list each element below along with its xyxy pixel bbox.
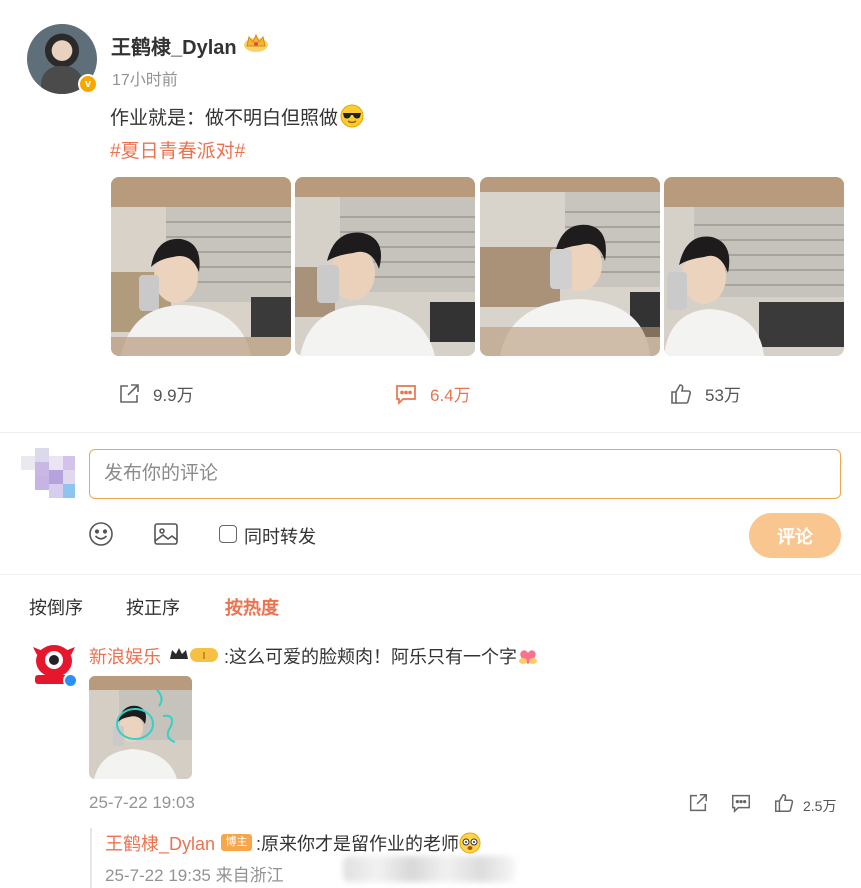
comment-like-count: 2.5万 (803, 798, 837, 814)
comment-icon (396, 384, 416, 405)
topic-tag-link[interactable]: #夏日青春派对# (110, 136, 245, 163)
member-level-badge-icon: I (170, 648, 218, 662)
submit-comment-button[interactable]: 评论 (749, 513, 841, 558)
comment-input[interactable] (89, 449, 841, 499)
like-button[interactable]: 53万 (669, 381, 741, 406)
post-photo-4[interactable] (664, 177, 844, 356)
reply-text-content: :原来你才是留作业的老师 (256, 834, 459, 854)
post-photo-3[interactable] (480, 177, 660, 356)
comment-count: 6.4万 (430, 386, 471, 405)
post-time[interactable]: 17小时前 (112, 66, 178, 90)
author-name[interactable]: 王鹤棣_Dylan (111, 31, 237, 60)
divider (0, 574, 861, 575)
repost-checkbox[interactable] (219, 525, 237, 543)
sort-hot-tab[interactable]: 按热度 (225, 594, 279, 620)
comment-like-icon[interactable] (773, 792, 795, 814)
commenter-name[interactable]: 新浪娱乐 (89, 643, 161, 669)
crown-badge-icon (244, 33, 268, 52)
divider (0, 432, 861, 433)
repost-count: 9.9万 (153, 386, 194, 405)
heart-hands-emoji-icon (519, 650, 537, 664)
repost-checkbox-label[interactable]: 同时转发 (244, 523, 316, 549)
comment-reply-icon[interactable] (730, 792, 752, 814)
reply-thread-line (90, 828, 92, 888)
comment-image[interactable] (89, 676, 192, 779)
comment-time: 25-7-22 19:03 (89, 793, 195, 812)
verified-blue-badge-icon (63, 673, 78, 688)
dizzy-face-emoji-icon (459, 832, 481, 854)
reply-time-location: 25-7-22 19:35 来自浙江 (105, 866, 284, 885)
svg-text:I: I (203, 651, 206, 662)
sunglasses-emoji-icon (340, 104, 364, 128)
post-text: 作业就是：做不明白但照做 (110, 103, 364, 130)
comment-text-content: :这么可爱的脸颊肉！阿乐只有一个字 (224, 647, 517, 667)
my-avatar[interactable] (21, 448, 75, 498)
like-count: 53万 (705, 386, 741, 405)
post-photo-1[interactable] (111, 177, 291, 356)
sort-reverse-tab[interactable]: 按倒序 (29, 594, 83, 620)
post-photo-2[interactable] (295, 177, 475, 356)
comment-share-icon[interactable] (687, 792, 709, 814)
author-badge: 博主 (221, 834, 252, 851)
thumbs-up-icon (671, 383, 691, 404)
image-upload-icon[interactable] (153, 521, 179, 547)
emoji-picker-icon[interactable] (88, 521, 114, 547)
blurred-content (343, 856, 515, 882)
reply-author-name[interactable]: 王鹤棣_Dylan (105, 830, 215, 856)
post-text-content: 作业就是：做不明白但照做 (110, 108, 339, 129)
reply-text: :原来你才是留作业的老师 (256, 830, 481, 856)
sort-chronological-tab[interactable]: 按正序 (126, 594, 180, 620)
share-icon (120, 383, 139, 403)
repost-button[interactable]: 9.9万 (117, 381, 194, 406)
verified-badge-icon: v (78, 74, 98, 94)
comment-text: :这么可爱的脸颊肉！阿乐只有一个字 (224, 643, 539, 669)
comment-button[interactable]: 6.4万 (394, 381, 471, 406)
